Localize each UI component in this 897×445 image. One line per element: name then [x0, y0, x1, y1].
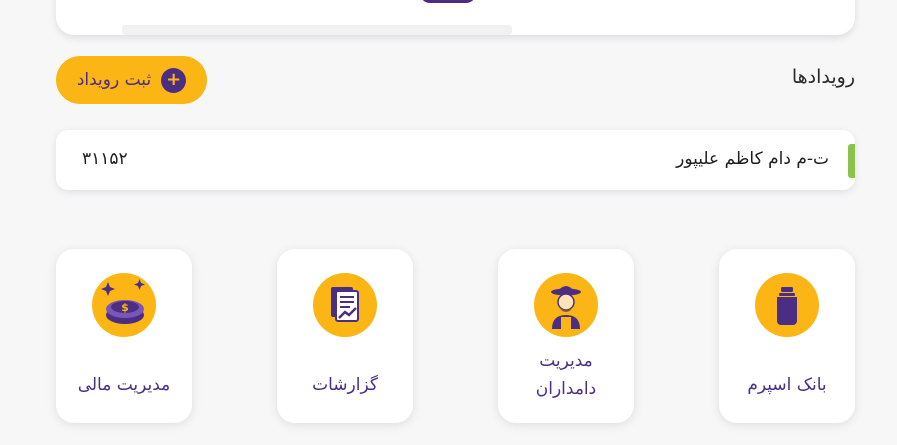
- tile-sperm-bank[interactable]: بانک اسپرم: [719, 249, 855, 423]
- top-card-divider: [122, 25, 512, 35]
- sperm-bank-icon: [755, 273, 819, 337]
- event-status-marker: [848, 144, 855, 178]
- report-icon: [313, 273, 377, 337]
- tile-label: گزارشات: [312, 375, 378, 395]
- farmer-icon: [534, 273, 598, 337]
- event-code: ۳۱۱۵۲: [82, 149, 128, 169]
- top-card-button-edge[interactable]: [420, 0, 476, 3]
- tile-farmer-management[interactable]: مدیریت دامداران: [498, 249, 634, 423]
- tile-reports[interactable]: گزارشات: [277, 249, 413, 423]
- event-list-item[interactable]: ت-م دام کاظم علیپور ۳۱۱۵۲: [56, 130, 855, 190]
- add-event-button[interactable]: + ثبت رویداد: [56, 56, 207, 104]
- svg-text:$: $: [121, 301, 129, 314]
- events-section-title: رویدادها: [791, 66, 855, 88]
- top-card: [56, 0, 855, 35]
- plus-icon: +: [161, 67, 187, 93]
- money-icon: $: [92, 273, 156, 337]
- add-event-label: ثبت رویداد: [76, 70, 152, 90]
- tile-label: بانک اسپرم: [747, 375, 827, 395]
- tile-label: مدیریت مالی: [77, 375, 171, 395]
- tile-financial-management[interactable]: $ مدیریت مالی: [56, 249, 192, 423]
- event-name: ت-م دام کاظم علیپور: [676, 149, 829, 169]
- tile-label: مدیریت دامداران: [535, 351, 597, 399]
